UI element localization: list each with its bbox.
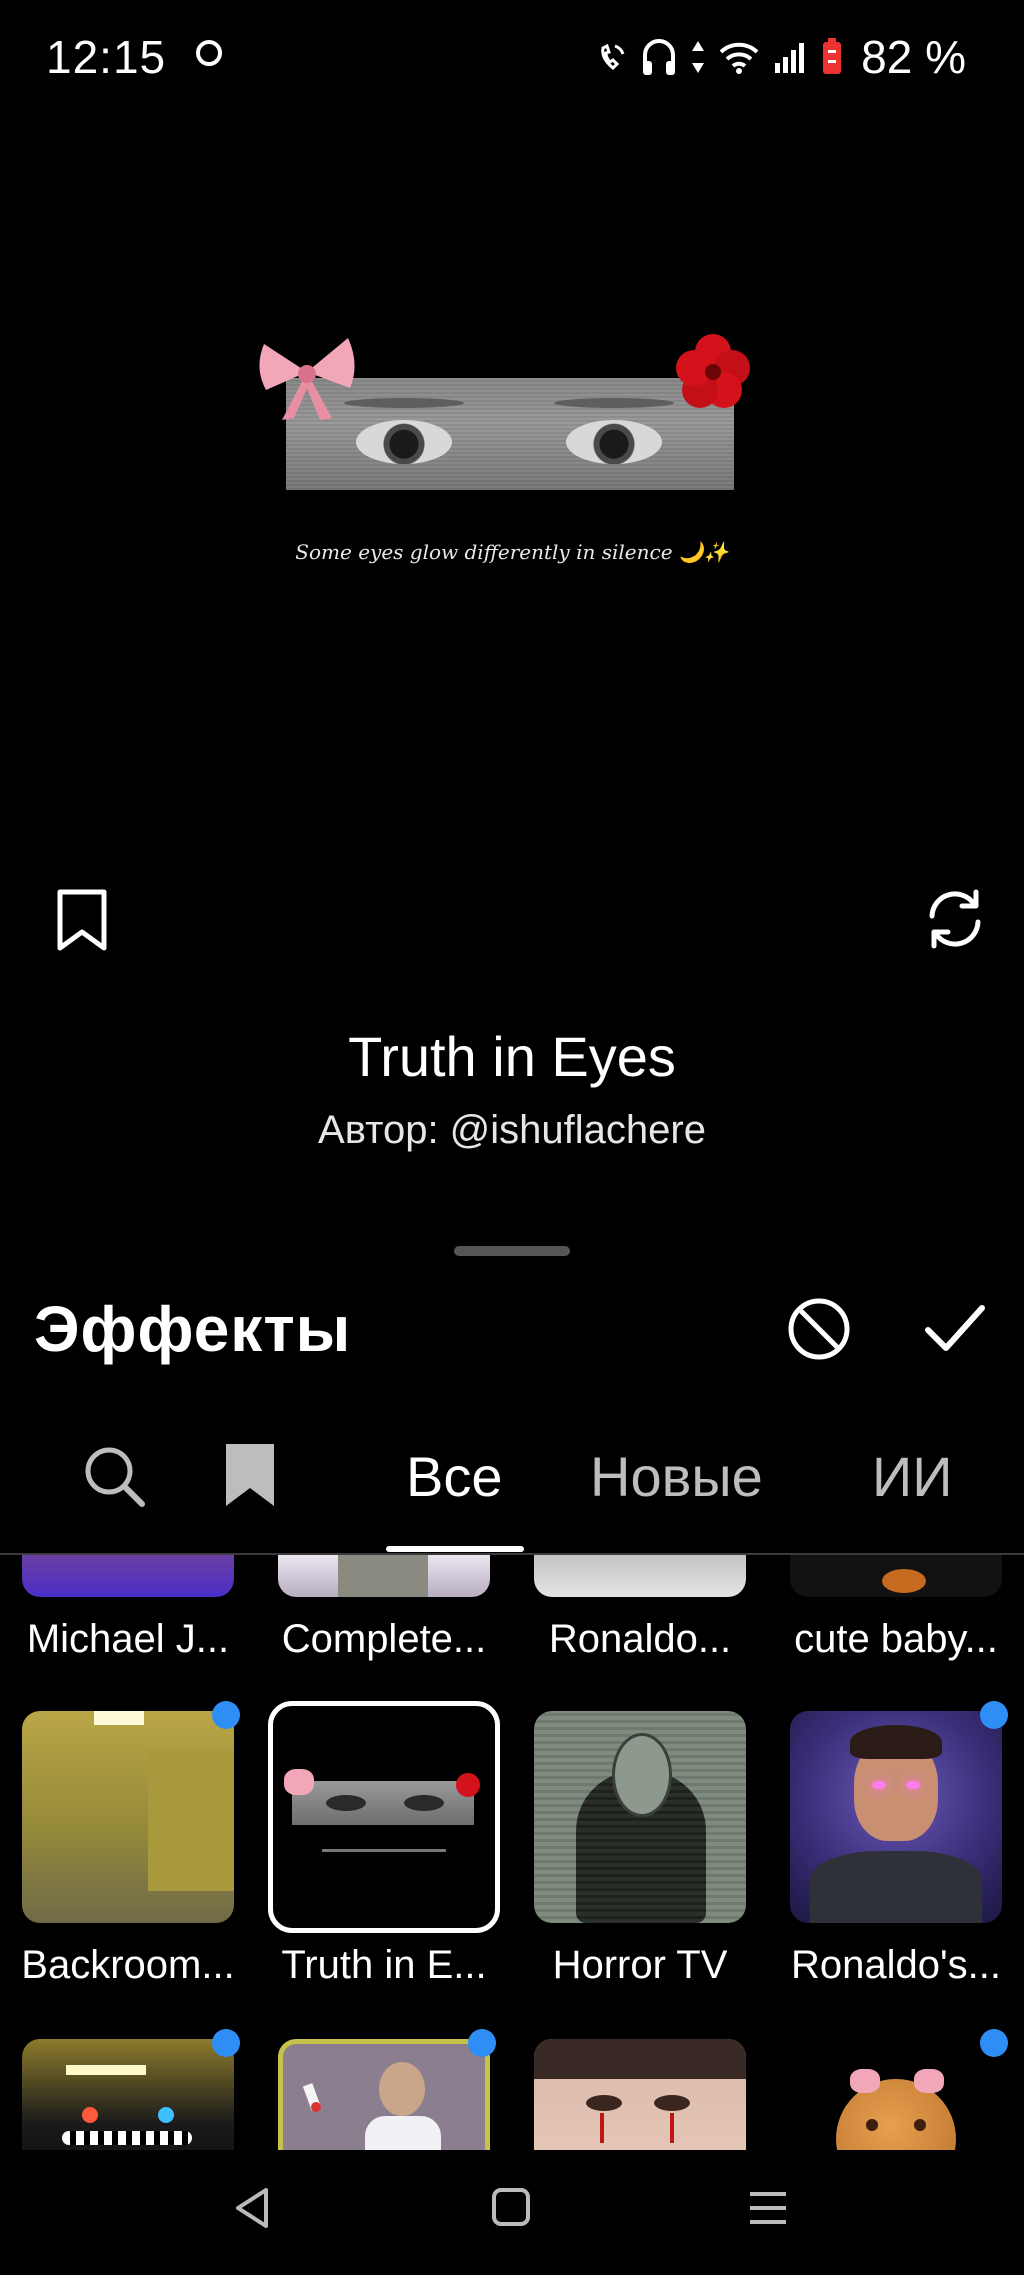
sheet-title: Эффекты [34,1293,352,1365]
effect-thumbnail[interactable] [22,2039,234,2150]
effect-thumbnail[interactable] [278,1555,490,1597]
effect-preview: Some eyes glow differently in silence 🌙✨ [0,300,1024,620]
back-icon[interactable] [232,2186,272,2230]
effect-label[interactable]: Backroom... [3,1943,253,1988]
wifi-icon [719,42,759,74]
notification-icon [196,40,222,66]
effect-label[interactable]: Ronaldo's... [771,1943,1021,1988]
battery-icon [823,38,842,74]
tab-ai[interactable]: ИИ [872,1444,953,1509]
preview-caption: Some eyes glow differently in silence 🌙✨ [295,540,729,564]
bookmark-icon[interactable] [222,1442,278,1508]
effect-thumbnail[interactable] [534,1555,746,1597]
new-badge [980,1701,1008,1729]
effect-thumbnail[interactable] [534,2039,746,2150]
new-badge [980,2029,1008,2057]
effect-thumbnail[interactable] [278,1711,490,1923]
pink-bow-sticker [259,338,355,420]
switch-camera-button[interactable] [922,886,988,952]
tab-all[interactable]: Все [406,1444,503,1509]
status-bar: 12:15 82 % [0,0,1024,110]
search-icon[interactable] [82,1444,146,1508]
effect-thumbnail[interactable] [22,1711,234,1923]
recent-apps-icon[interactable] [748,2188,788,2228]
effect-thumbnail[interactable] [22,1555,234,1597]
red-flower-sticker [676,334,750,408]
effect-label[interactable]: Michael J... [3,1617,253,1662]
effect-thumbnail[interactable] [790,1555,1002,1597]
system-nav-bar [0,2150,1024,2275]
effect-thumbnail[interactable] [790,2039,1002,2150]
effect-thumbnail[interactable] [534,1711,746,1923]
remove-effect-button[interactable] [786,1296,852,1362]
effect-author[interactable]: Автор: @ishuflachere [0,1108,1024,1153]
effects-grid: Michael J... Complete... Ronaldo... cute… [0,1555,1024,2150]
effect-tabs: Все Новые ИИ [0,1410,1024,1554]
data-arrows-icon [692,41,705,73]
bookmark-button[interactable] [52,888,112,952]
effect-label[interactable]: Ronaldo... [515,1617,765,1662]
sheet-drag-handle[interactable] [454,1246,570,1256]
effect-thumbnail[interactable] [790,1711,1002,1923]
effect-label[interactable]: Complete... [259,1617,509,1662]
effect-label[interactable]: Truth in E... [259,1943,509,1988]
status-icons: 82 % [597,30,966,84]
effect-thumbnail[interactable] [278,2039,490,2150]
effect-label[interactable]: Horror TV [515,1943,765,1988]
wifi-call-icon [601,43,625,71]
status-time: 12:15 [46,31,167,83]
active-tab-indicator [386,1546,524,1552]
headphones-icon [643,39,676,75]
battery-percent: 82 % [861,31,966,83]
new-badge [212,1701,240,1729]
confirm-button[interactable] [922,1298,988,1358]
effect-label[interactable]: cute baby... [771,1617,1021,1662]
effect-title: Truth in Eyes [348,1025,676,1088]
home-icon[interactable] [492,2188,530,2226]
tab-new[interactable]: Новые [590,1444,763,1509]
new-badge [468,2029,496,2057]
signal-icon [775,43,805,73]
new-badge [212,2029,240,2057]
